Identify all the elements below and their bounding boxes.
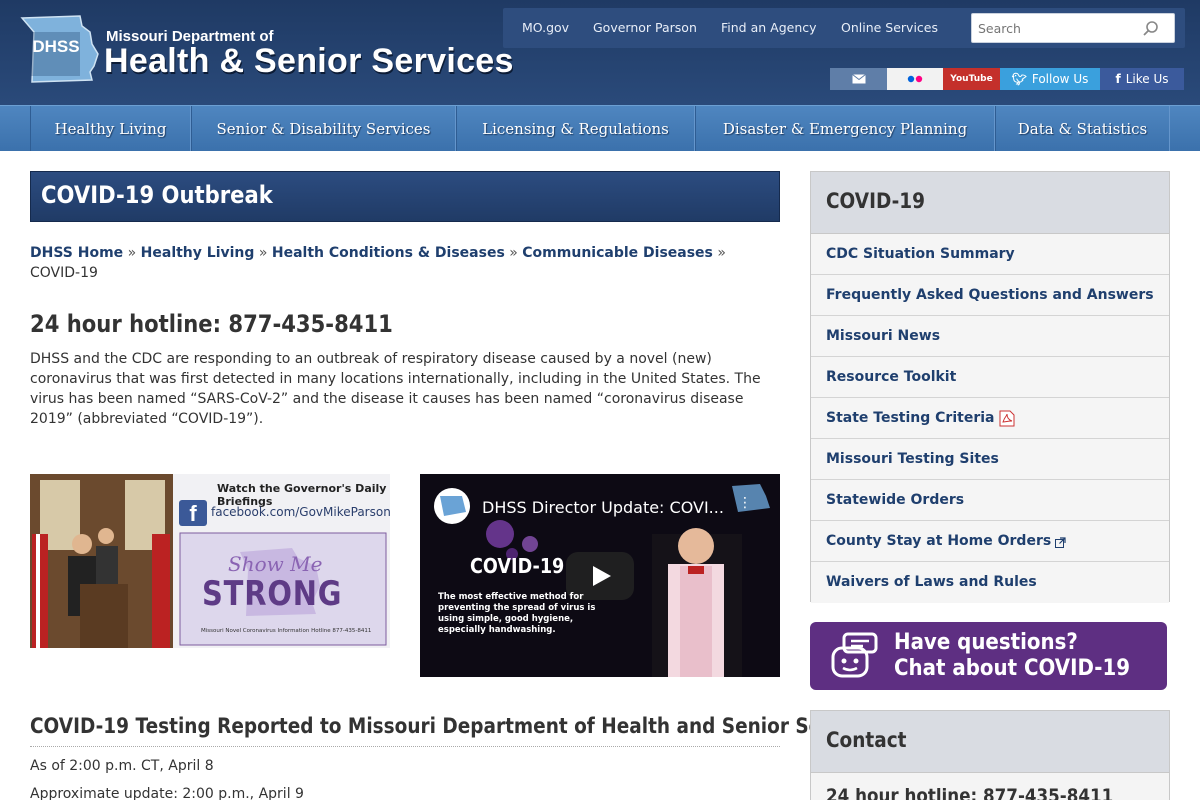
missouri-state-icon: DHSS <box>20 15 99 83</box>
as-of-text: As of 2:00 p.m. CT, April 8 <box>30 758 214 774</box>
youtube-icon: YouTube <box>950 74 993 84</box>
util-link-mo-gov[interactable]: MO.gov <box>522 20 569 35</box>
twitter-label: Follow Us <box>1031 72 1089 86</box>
sidebar-item-cdc-summary[interactable]: CDC Situation Summary <box>811 234 1169 275</box>
video-menu-icon[interactable]: ⋮ <box>738 496 752 510</box>
nav-disaster-planning[interactable]: Disaster & Emergency Planning <box>695 106 995 151</box>
nav-data-statistics[interactable]: Data & Statistics <box>995 106 1170 151</box>
page-title: COVID-19 Outbreak <box>41 181 273 209</box>
contact-title: Contact <box>826 728 907 752</box>
sidebar-item-statewide-orders[interactable]: Statewide Orders <box>811 480 1169 521</box>
sidebar-item-label: County Stay at Home Orders <box>826 533 1052 549</box>
twitter-follow-button[interactable]: 🐦︎ Follow Us <box>1000 68 1100 90</box>
facebook-link-text: facebook.com/GovMikeParson <box>211 505 391 519</box>
breadcrumb: DHSS Home » Healthy Living » Health Cond… <box>30 245 726 281</box>
email-signup-button[interactable] <box>830 68 887 90</box>
flickr-icon <box>907 75 923 83</box>
sidebar-title: COVID-19 <box>826 189 926 213</box>
sidebar-item-label: State Testing Criteria <box>826 410 995 426</box>
facebook-label: Like Us <box>1125 72 1169 86</box>
util-link-online-services[interactable]: Online Services <box>841 20 938 35</box>
promo-hotline-text: Missouri Novel Coronavirus Information H… <box>201 628 372 634</box>
nav-healthy-living[interactable]: Healthy Living <box>30 106 191 151</box>
sidebar-item-label: Missouri Testing Sites <box>826 451 999 467</box>
sidebar-item-testing-sites[interactable]: Missouri Testing Sites <box>811 439 1169 480</box>
sidebar-item-missouri-news[interactable]: Missouri News <box>811 316 1169 357</box>
chat-covid-button[interactable]: Have questions? Chat about COVID-19 <box>810 622 1167 690</box>
testing-heading: COVID-19 Testing Reported to Missouri De… <box>30 714 884 738</box>
breadcrumb-communicable-diseases[interactable]: Communicable Diseases <box>522 245 713 261</box>
pdf-icon <box>999 410 1015 427</box>
site-logo[interactable]: DHSS Missouri Department of Health & Sen… <box>20 14 513 88</box>
governor-briefings-banner[interactable]: f Watch the Governor's Daily Briefings f… <box>30 474 391 648</box>
contact-hotline: 24 hour hotline: 877-435-8411 <box>826 785 1114 800</box>
chat-line2: Chat about COVID-19 <box>894 656 1131 681</box>
sidebar-item-label: Waivers of Laws and Rules <box>826 574 1037 590</box>
external-link-icon <box>1055 537 1066 548</box>
logo-badge: DHSS <box>32 37 79 56</box>
sidebar-item-label: Frequently Asked Questions and Answers <box>826 287 1154 303</box>
chatbot-icon <box>831 632 878 678</box>
breadcrumb-current: COVID-19 <box>30 265 98 281</box>
covid-sidebar: COVID-19 CDC Situation Summary Frequentl… <box>810 171 1170 603</box>
sidebar-header: COVID-19 <box>811 172 1169 234</box>
util-link-governor[interactable]: Governor Parson <box>593 20 697 35</box>
sidebar-item-waivers[interactable]: Waivers of Laws and Rules <box>811 562 1169 603</box>
page-title-bar: COVID-19 Outbreak <box>30 171 780 222</box>
chat-button-text: Have questions? Chat about COVID-19 <box>894 630 1130 682</box>
facebook-like-button[interactable]: f Like Us <box>1100 68 1184 90</box>
breadcrumb-healthy-living[interactable]: Healthy Living <box>141 245 255 261</box>
chat-line1: Have questions? <box>894 630 1078 655</box>
video-player[interactable]: DHSS Director Update: COVI... COVID-19 T… <box>420 474 780 677</box>
youtube-button[interactable]: YouTube <box>943 68 1000 90</box>
breadcrumb-health-conditions[interactable]: Health Conditions & Diseases <box>272 245 505 261</box>
video-caption: The most effective method for preventing… <box>438 592 596 635</box>
sidebar-item-label: Resource Toolkit <box>826 369 957 385</box>
facebook-icon: f <box>1115 72 1121 86</box>
sidebar-item-county-orders[interactable]: County Stay at Home Orders <box>811 521 1169 562</box>
sidebar-item-state-testing-criteria[interactable]: State Testing Criteria <box>811 398 1169 439</box>
approx-update-text: Approximate update: 2:00 p.m., April 9 <box>30 786 304 800</box>
video-covid-label: COVID-19 <box>470 554 565 578</box>
contact-header: Contact <box>811 711 1169 773</box>
util-link-find-agency[interactable]: Find an Agency <box>721 20 817 35</box>
hotline-heading: 24 hour hotline: 877-435-8411 <box>30 310 393 338</box>
sidebar-item-label: Missouri News <box>826 328 941 344</box>
contact-box: Contact 24 hour hotline: 877-435-8411 <box>810 710 1170 800</box>
breadcrumb-dhss-home[interactable]: DHSS Home <box>30 245 123 261</box>
video-title: DHSS Director Update: COVI... <box>482 498 724 517</box>
heading-divider <box>30 746 780 747</box>
site-header: DHSS Missouri Department of Health & Sen… <box>0 0 1200 105</box>
search-box <box>971 13 1175 43</box>
sidebar-item-faq[interactable]: Frequently Asked Questions and Answers <box>811 275 1169 316</box>
flickr-button[interactable] <box>887 68 943 90</box>
svg-text:f: f <box>189 501 197 526</box>
sidebar-item-label: CDC Situation Summary <box>826 246 1015 262</box>
envelope-icon <box>851 74 866 84</box>
search-input[interactable] <box>972 14 1142 42</box>
search-icon[interactable] <box>1142 20 1160 38</box>
twitter-icon: 🐦︎ <box>1011 72 1027 86</box>
nav-licensing[interactable]: Licensing & Regulations <box>456 106 695 151</box>
show-me-text: Show Me <box>228 552 323 576</box>
intro-paragraph: DHSS and the CDC are responding to an ou… <box>30 351 761 427</box>
sidebar-item-resource-toolkit[interactable]: Resource Toolkit <box>811 357 1169 398</box>
strong-text: STRONG <box>202 574 343 614</box>
logo-line2: Health & Senior Services <box>104 42 514 80</box>
nav-senior-disability[interactable]: Senior & Disability Services <box>191 106 456 151</box>
sidebar-item-label: Statewide Orders <box>826 492 965 508</box>
main-nav: Healthy Living Senior & Disability Servi… <box>0 105 1200 151</box>
